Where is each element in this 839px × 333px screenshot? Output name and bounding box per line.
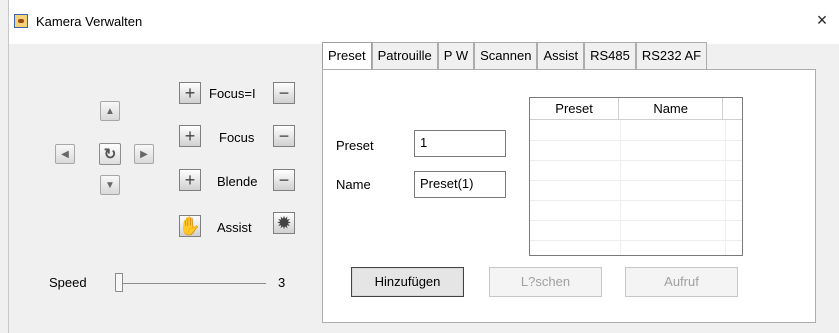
list-header-spacer: [723, 98, 742, 119]
pan-down-button[interactable]: ▼: [100, 175, 120, 195]
light-toggle-button[interactable]: ✹: [273, 212, 295, 234]
speed-slider-track[interactable]: [121, 283, 266, 284]
grid-row-line: [530, 180, 742, 181]
pan-right-button[interactable]: ▶: [134, 144, 154, 164]
focus-near-minus-button[interactable]: −: [273, 82, 295, 104]
tab-patrouille[interactable]: Patrouille: [371, 42, 438, 70]
tab-scannen[interactable]: Scannen: [474, 42, 538, 70]
speed-label: Speed: [49, 275, 87, 290]
assist-control-button[interactable]: ✋: [179, 215, 201, 237]
minus-icon: −: [278, 170, 290, 190]
triangle-down-icon: ▼: [105, 179, 115, 191]
title-bar: Kamera Verwalten ×: [9, 0, 839, 44]
triangle-right-icon: ▶: [140, 148, 148, 160]
iris-minus-button[interactable]: −: [273, 169, 295, 191]
assist-label: Assist: [217, 220, 252, 235]
bulb-icon: ✹: [276, 213, 292, 233]
tab-bar: Preset Patrouille P W Scannen Assist RS4…: [322, 42, 708, 71]
camera-manager-window: Kamera Verwalten × ▲ ◀ ↻ ▶ ▼ + Focus=I −…: [8, 0, 839, 333]
tab-rs232-af[interactable]: RS232 AF: [635, 42, 708, 70]
minus-icon: −: [278, 83, 290, 103]
plus-icon: +: [184, 126, 196, 146]
grid-row-line: [530, 200, 742, 201]
preset-number-input[interactable]: 1: [414, 130, 506, 157]
call-preset-button[interactable]: Aufruf: [625, 267, 738, 297]
window-title: Kamera Verwalten: [36, 14, 143, 29]
column-preset[interactable]: Preset: [530, 98, 620, 119]
preset-list[interactable]: Preset Name: [529, 97, 743, 256]
tab-assist[interactable]: Assist: [537, 42, 585, 70]
hand-icon: ✋: [178, 216, 202, 236]
reset-position-button[interactable]: ↻: [99, 143, 121, 165]
close-button[interactable]: ×: [812, 10, 832, 30]
tab-preset[interactable]: Preset: [322, 42, 372, 71]
plus-icon: +: [184, 83, 196, 103]
grid-row-line: [530, 160, 742, 161]
preset-field-label: Preset: [336, 138, 374, 153]
name-field-label: Name: [336, 177, 371, 192]
focus-minus-button[interactable]: −: [273, 125, 295, 147]
minus-icon: −: [278, 126, 290, 146]
tab-rs485[interactable]: RS485: [584, 42, 636, 70]
add-preset-button[interactable]: Hinzufügen: [351, 267, 464, 297]
grid-row-line: [530, 220, 742, 221]
plus-icon: +: [184, 170, 196, 190]
pan-left-button[interactable]: ◀: [55, 144, 75, 164]
pan-up-button[interactable]: ▲: [100, 101, 120, 121]
preset-name-input[interactable]: Preset(1): [414, 171, 506, 198]
preset-list-header: Preset Name: [530, 98, 742, 120]
app-icon: [14, 14, 28, 28]
iris-plus-button[interactable]: +: [179, 169, 201, 191]
iris-label: Blende: [217, 174, 258, 189]
focus-label: Focus: [219, 130, 255, 145]
delete-preset-button[interactable]: L?schen: [489, 267, 602, 297]
triangle-left-icon: ◀: [61, 148, 69, 160]
focus-near-plus-button[interactable]: +: [179, 82, 201, 104]
grid-row-line: [530, 240, 742, 241]
speed-value: 3: [278, 275, 286, 290]
column-name[interactable]: Name: [619, 98, 724, 119]
refresh-icon: ↻: [103, 146, 117, 163]
focus-plus-button[interactable]: +: [179, 125, 201, 147]
grid-row-line: [530, 140, 742, 141]
tab-pw[interactable]: P W: [437, 42, 475, 70]
triangle-up-icon: ▲: [105, 105, 115, 117]
speed-slider-thumb[interactable]: [115, 273, 123, 292]
focus-near-label: Focus=I: [209, 86, 256, 101]
